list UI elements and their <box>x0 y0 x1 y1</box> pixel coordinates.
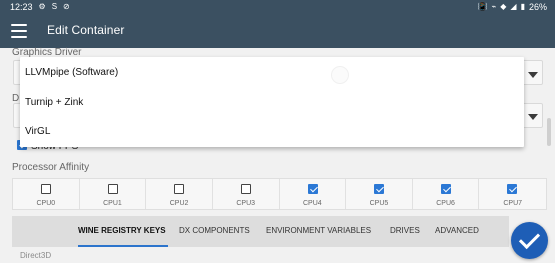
cpu-checkbox[interactable] <box>440 184 451 194</box>
signal-icon: ◢ <box>510 2 517 11</box>
tab-wine-registry-keys[interactable]: WINE REGISTRY KEYS <box>78 226 166 235</box>
menu-icon[interactable] <box>11 24 27 38</box>
wifi-icon: ◆ <box>500 2 507 11</box>
graphics-driver-chevron-down-icon <box>528 72 538 78</box>
cpu-checkbox[interactable] <box>41 184 51 194</box>
status-right: 📳 ⌁ ◆ ◢ ▮ 26% <box>477 0 547 14</box>
cpu-checkbox[interactable] <box>307 184 318 194</box>
cpu-label: CPU2 <box>169 200 189 207</box>
cpu-label: CPU3 <box>236 200 256 207</box>
cpu-option[interactable]: CPU5 <box>346 179 413 209</box>
edit-container-screen: 12:23 ⚙ S ⊘ 📳 ⌁ ◆ ◢ ▮ 26% Edit Container… <box>0 0 555 263</box>
processor-affinity-grid: CPU0 CPU1 CPU2 CPU3 CPU4 CPU5 CPU6 CPU7 <box>12 178 547 210</box>
tab-environment-variables[interactable]: ENVIRONMENT VARIABLES <box>266 226 371 235</box>
dropdown-option-virgl[interactable]: VirGL <box>20 117 524 146</box>
cpu-label: CPU1 <box>103 200 122 207</box>
vibrate-icon: 📳 <box>477 2 488 11</box>
cpu-label: CPU5 <box>369 200 389 207</box>
cpu-checkbox[interactable] <box>174 184 185 194</box>
settings-tabs: WINE REGISTRY KEYS DX COMPONENTS ENVIRON… <box>12 216 509 247</box>
battery-percent: 26% <box>528 2 547 12</box>
tab-dx-components[interactable]: DX COMPONENTS <box>179 226 250 235</box>
menu-line <box>11 36 27 38</box>
graphics-driver-dropdown: LLVMpipe (Software) Turnip + Zink VirGL <box>20 57 524 147</box>
sync-icon: S <box>51 2 58 11</box>
dropdown-option-llvmpipe[interactable]: LLVMpipe (Software) <box>20 58 524 87</box>
active-tab-indicator <box>78 245 168 247</box>
confirm-button[interactable] <box>511 222 548 259</box>
cpu-option[interactable]: CPU0 <box>13 179 80 209</box>
app-bar: Edit Container <box>0 14 555 48</box>
tab-advanced[interactable]: ADVANCED <box>435 226 479 235</box>
processor-affinity-label: Processor Affinity <box>12 162 90 173</box>
settings-icon: ⚙ <box>38 2 46 11</box>
page-title: Edit Container <box>47 23 125 37</box>
menu-line <box>11 30 27 32</box>
dropdown-option-turnip-zink[interactable]: Turnip + Zink <box>20 88 524 117</box>
cpu-label: CPU7 <box>503 200 523 207</box>
battery-icon: ▮ <box>520 2 525 11</box>
cpu-checkbox[interactable] <box>507 184 518 194</box>
menu-line <box>11 24 27 26</box>
cpu-checkbox[interactable] <box>240 184 251 194</box>
cpu-checkbox[interactable] <box>107 184 118 194</box>
direct3d-section-label: Direct3D <box>20 251 52 260</box>
status-left: 12:23 ⚙ S ⊘ <box>10 0 70 14</box>
status-bar: 12:23 ⚙ S ⊘ 📳 ⌁ ◆ ◢ ▮ 26% <box>0 0 555 14</box>
status-time: 12:23 <box>10 2 33 12</box>
network-icon: ⌁ <box>491 2 497 11</box>
scrollbar-thumb[interactable] <box>547 118 551 146</box>
cpu-option[interactable]: CPU1 <box>80 179 147 209</box>
cpu-label: CPU4 <box>302 200 322 207</box>
cpu-option[interactable]: CPU3 <box>213 179 280 209</box>
cpu-option[interactable]: CPU4 <box>280 179 347 209</box>
cpu-option[interactable]: CPU6 <box>413 179 480 209</box>
cpu-label: CPU0 <box>36 200 56 207</box>
dx-wrapper-chevron-down-icon <box>528 114 538 120</box>
cpu-label: CPU6 <box>436 200 455 207</box>
tab-drives[interactable]: DRIVES <box>390 226 420 235</box>
cpu-option[interactable]: CPU2 <box>146 179 213 209</box>
cpu-option[interactable]: CPU7 <box>479 179 546 209</box>
cpu-checkbox[interactable] <box>374 184 385 194</box>
block-icon: ⊘ <box>63 2 70 11</box>
